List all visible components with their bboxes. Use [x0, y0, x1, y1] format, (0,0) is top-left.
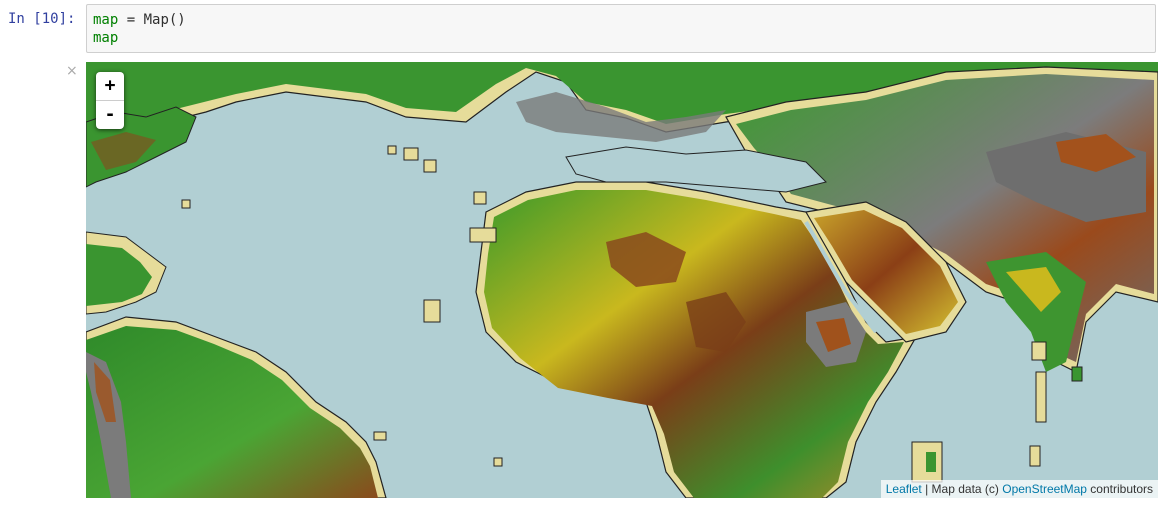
notebook-cell: In [10]: map = Map() map × + - Leaflet |… [0, 0, 1161, 510]
attribution-suffix: contributors [1086, 482, 1153, 496]
code-variable: map [93, 30, 119, 46]
zoom-in-button[interactable]: + [96, 72, 124, 101]
map-attribution: Leaflet | Map data (c) OpenStreetMap con… [880, 480, 1158, 498]
code-operator: = [118, 12, 144, 28]
map-tiles [86, 62, 1158, 498]
close-output-icon[interactable]: × [66, 63, 78, 79]
zoom-control: + - [96, 72, 124, 129]
attribution-text: | Map data (c) [921, 482, 1003, 496]
leaflet-map[interactable]: + - Leaflet | Map data (c) OpenStreetMap… [86, 62, 1158, 498]
openstreetmap-link[interactable]: OpenStreetMap [1002, 482, 1087, 496]
code-call: Map() [143, 12, 186, 28]
input-prompt: In [10]: [8, 11, 76, 27]
zoom-out-button[interactable]: - [96, 101, 124, 129]
code-editor[interactable]: map = Map() map [86, 4, 1156, 53]
code-line-1: map = Map() [93, 11, 1149, 29]
code-line-2: map [93, 29, 1149, 47]
code-variable: map [93, 12, 119, 28]
leaflet-link[interactable]: Leaflet [886, 482, 922, 496]
